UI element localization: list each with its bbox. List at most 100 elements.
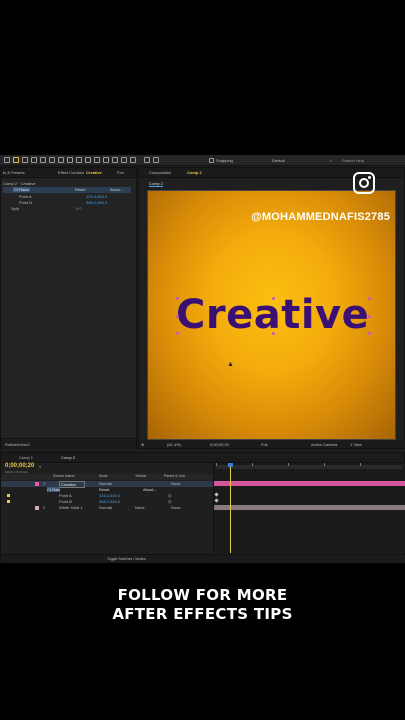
layer-mode[interactable]: Normal	[99, 505, 112, 510]
instagram-icon	[353, 172, 375, 194]
viewer-timecode[interactable]: 0;00;00;20	[210, 442, 229, 447]
layer-bar-white-solid[interactable]	[214, 505, 405, 510]
toolbar: Snapping Default ⌕ Search Help	[0, 155, 405, 166]
tab-comp1[interactable]: Comp 1	[19, 455, 33, 460]
point-a-value[interactable]: 123.4,540.0	[86, 194, 107, 199]
property-name: Point B	[59, 499, 72, 504]
effect-reset[interactable]: Reset	[75, 187, 85, 192]
ruler-tick	[360, 463, 361, 466]
roto-brush-tool-icon[interactable]	[121, 157, 127, 163]
playhead[interactable]	[230, 463, 231, 553]
toggle-switches-modes[interactable]: Toggle Switches / Modes	[107, 557, 146, 562]
bbox-handle[interactable]	[272, 332, 275, 335]
search-help-input[interactable]: Search Help	[342, 158, 364, 163]
ruler-tick	[288, 463, 289, 466]
tab-effects-presets[interactable]: ts & Presets	[3, 170, 25, 175]
layer-parent[interactable]: None	[171, 505, 181, 510]
resolution-select[interactable]: Full	[261, 442, 267, 447]
effect-name[interactable]: Ct Rais	[47, 487, 61, 492]
layer-mode[interactable]: Normal	[99, 481, 112, 486]
ruler-tick	[324, 463, 325, 466]
bbox-handle[interactable]	[176, 297, 179, 300]
table-row[interactable]: 2 White Solid 1 Normal None None	[1, 505, 213, 511]
keyframe-nav-icon[interactable]	[7, 500, 10, 503]
layer-parent[interactable]: None	[171, 481, 181, 486]
bbox-handle[interactable]	[368, 297, 371, 300]
effect-row[interactable]: Ct Raise Reset About...	[3, 187, 131, 193]
snapping-label: Snapping	[216, 158, 233, 163]
col-trkmat[interactable]: TrkMat	[135, 474, 146, 479]
tab-effect-target: Creative	[86, 170, 102, 175]
search-icon[interactable]: ⌕	[330, 158, 332, 163]
effect-about[interactable]: About...	[143, 487, 157, 492]
bbox-handle[interactable]	[176, 332, 179, 335]
watermark-handle: @MOHAMMEDNAFIS2785	[251, 211, 391, 223]
keyframe-diamond[interactable]	[214, 498, 219, 503]
workspace-label[interactable]: Default	[272, 158, 285, 163]
view-select[interactable]: 1 View	[350, 442, 362, 447]
col-parent[interactable]: Parent & Link	[164, 474, 185, 479]
pen-tool-icon[interactable]	[76, 157, 82, 163]
keyframe-diamond[interactable]	[214, 492, 219, 497]
layer-label-color[interactable]	[35, 506, 39, 510]
timeline-timecode[interactable]: 0;00;00;20	[5, 463, 34, 469]
home-icon[interactable]	[4, 157, 10, 163]
type-tool-icon[interactable]	[85, 157, 91, 163]
layer-name[interactable]: White Solid 1	[59, 505, 83, 510]
split-value[interactable]: 0.0	[76, 206, 82, 211]
mouse-cursor-icon: ▲	[227, 361, 234, 368]
hand-tool-icon[interactable]	[22, 157, 28, 163]
point-b-value[interactable]: 958.2,540.0	[86, 200, 107, 205]
ruler-tick	[216, 463, 217, 466]
pin-icon[interactable]	[153, 157, 159, 163]
brush-tool-icon[interactable]	[94, 157, 100, 163]
mask-tool-icon[interactable]	[67, 157, 73, 163]
bbox-handle[interactable]	[368, 332, 371, 335]
instagram-lens-icon	[359, 178, 369, 188]
tab-fonts[interactable]: Fon	[117, 170, 124, 175]
zoom-level[interactable]: (61.4%)	[167, 442, 181, 447]
property-value[interactable]: 123.4,540.0	[99, 493, 120, 498]
zoom-tool-icon[interactable]	[31, 157, 37, 163]
tab-effect-controls[interactable]: Effect Controls	[58, 170, 84, 175]
align-icon[interactable]	[144, 157, 150, 163]
eraser-tool-icon[interactable]	[112, 157, 118, 163]
col-source-name[interactable]: Source Name	[53, 474, 74, 479]
rotate-tool-icon[interactable]	[40, 157, 46, 163]
layer-trkmat[interactable]: None	[135, 505, 145, 510]
tab-composition[interactable]: Composition	[149, 170, 171, 175]
puppet-tool-icon[interactable]	[130, 157, 136, 163]
timeline-tabbar: Comp 1 Comp 2	[1, 453, 404, 463]
magnify-icon[interactable]: ⊕	[141, 442, 144, 447]
selection-tool-icon[interactable]	[13, 157, 19, 163]
effect-reset[interactable]: Reset	[99, 487, 109, 492]
timeline-track-area[interactable]	[213, 463, 405, 553]
timeline-search-icon[interactable]: ⌕	[39, 464, 41, 469]
pickwhip-icon[interactable]: ◎	[168, 499, 172, 504]
bbox-handle[interactable]	[176, 315, 179, 318]
composition-viewer[interactable]: Creative ▲	[147, 190, 396, 440]
pickwhip-icon[interactable]: ◎	[168, 493, 172, 498]
effect-about[interactable]: About...	[110, 187, 124, 192]
instagram-dot-icon	[368, 176, 371, 179]
playhead-handle[interactable]	[228, 463, 233, 467]
snapping-checkbox[interactable]	[209, 158, 214, 163]
clone-stamp-tool-icon[interactable]	[103, 157, 109, 163]
camera-select[interactable]: Active Camera	[311, 442, 337, 447]
tab-composition-name[interactable]: Comp 2	[187, 170, 202, 175]
bbox-handle[interactable]	[368, 315, 371, 318]
tab-comp2[interactable]: Comp 2	[61, 455, 75, 460]
layer-label-color[interactable]	[35, 482, 39, 486]
camera-tool-icon[interactable]	[49, 157, 55, 163]
keyframe-nav-icon[interactable]	[7, 494, 10, 497]
split-label: Split	[11, 206, 19, 211]
bbox-handle[interactable]	[272, 297, 275, 300]
col-mode[interactable]: Mode	[99, 474, 108, 479]
timeline-column-header: Source Name Mode TrkMat Parent & Link	[1, 474, 213, 480]
point-b-label: Point B	[19, 200, 32, 205]
property-value[interactable]: 958.2,540.0	[99, 499, 120, 504]
work-area-bar[interactable]	[216, 465, 402, 469]
layer-bar-creative[interactable]	[214, 481, 405, 486]
comp-breadcrumb[interactable]: Comp 2	[149, 181, 164, 187]
pan-behind-tool-icon[interactable]	[58, 157, 64, 163]
